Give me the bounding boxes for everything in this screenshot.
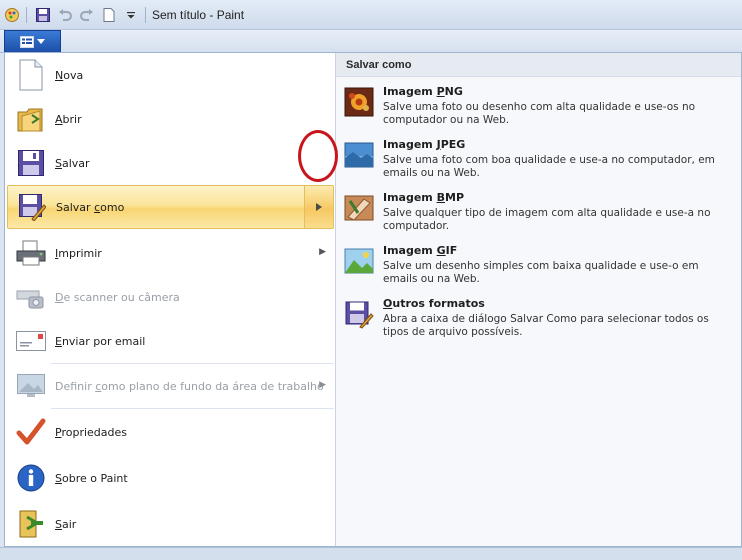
- other-formats-icon: [344, 299, 374, 329]
- scanner-camera-icon: [15, 281, 47, 313]
- menu-item-set-desktop-background: Definir como plano de fundo da área de t…: [7, 364, 334, 408]
- menu-item-label: Imprimir: [55, 246, 102, 260]
- menu-item-from-scanner: De scanner ou câmera: [7, 275, 334, 319]
- menu-item-open[interactable]: Abrir: [7, 97, 334, 141]
- printer-icon: [15, 237, 47, 269]
- title-separator: [26, 6, 27, 23]
- menu-item-send-email[interactable]: Enviar por email: [7, 319, 334, 363]
- menu-item-label: Propriedades: [55, 425, 127, 439]
- png-image-icon: [344, 87, 374, 117]
- save-as-panel: Salvar como Imagem PNG Salve uma foto ou…: [336, 53, 741, 546]
- desktop-background-icon: [15, 370, 47, 402]
- menu-item-label: Sobre o Paint: [55, 471, 128, 485]
- menu-item-label: De scanner ou câmera: [55, 290, 180, 304]
- menu-item-label: Nova: [55, 68, 84, 82]
- menu-item-print[interactable]: Imprimir ▶: [7, 231, 334, 275]
- exit-icon: [15, 508, 47, 540]
- option-title: Imagem JPEG: [383, 138, 466, 151]
- option-description: Abra a caixa de diálogo Salvar Como para…: [383, 313, 709, 338]
- menu-item-properties[interactable]: Propriedades: [7, 410, 334, 454]
- save-as-panel-header: Salvar como: [336, 53, 741, 77]
- menu-item-label: Enviar por email: [55, 334, 146, 348]
- menu-item-about-paint[interactable]: Sobre o Paint: [7, 456, 334, 500]
- bmp-image-icon: [344, 193, 374, 223]
- save-as-option-bmp[interactable]: Imagem BMP Salve qualquer tipo de imagem…: [344, 191, 734, 243]
- menu-item-new[interactable]: Nova: [7, 53, 334, 97]
- new-quick-icon[interactable]: [99, 5, 119, 25]
- option-title: Imagem BMP: [383, 191, 465, 204]
- save-as-option-jpeg[interactable]: Imagem JPEG Salve uma foto com boa quali…: [344, 138, 734, 190]
- save-as-icon: [16, 191, 48, 223]
- application-menu: Nova Abrir Salvar Salvar como Imprimir ▶…: [4, 52, 742, 547]
- menu-item-save-as[interactable]: Salvar como: [7, 185, 334, 229]
- menu-item-label: Salvar: [55, 156, 90, 170]
- menu-item-exit[interactable]: Sair: [7, 502, 334, 546]
- option-description: Salve um desenho simples com baixa quali…: [383, 260, 699, 285]
- customize-quick-access-icon[interactable]: [121, 5, 141, 25]
- menu-item-label: Sair: [55, 517, 77, 531]
- save-as-option-gif[interactable]: Imagem GIF Salve um desenho simples com …: [344, 244, 734, 296]
- redo-icon[interactable]: [77, 5, 97, 25]
- menu-commands: Nova Abrir Salvar Salvar como Imprimir ▶…: [5, 53, 336, 546]
- chevron-right-icon: ▶: [319, 247, 326, 257]
- option-title: Outros formatos: [383, 297, 485, 310]
- email-icon: [15, 325, 47, 357]
- save-as-option-png[interactable]: Imagem PNG Salve uma foto ou desenho com…: [344, 85, 734, 137]
- info-icon: [15, 462, 47, 494]
- checkmark-icon: [15, 416, 47, 448]
- paint-menu-button[interactable]: [4, 30, 61, 52]
- save-floppy-icon: [15, 147, 47, 179]
- menu-item-label: Definir como plano de fundo da área de t…: [55, 379, 324, 393]
- option-title: Imagem PNG: [383, 85, 463, 98]
- menu-divider: [51, 408, 334, 409]
- undo-icon[interactable]: [55, 5, 75, 25]
- jpeg-image-icon: [344, 140, 374, 170]
- annotation-highlight-circle: [298, 130, 338, 182]
- save-as-submenu-button[interactable]: [304, 186, 333, 228]
- new-document-icon: [15, 59, 47, 91]
- option-title: Imagem GIF: [383, 244, 458, 257]
- option-description: Salve uma foto ou desenho com alta quali…: [383, 101, 696, 126]
- save-quick-icon[interactable]: [33, 5, 53, 25]
- save-as-option-other-formats[interactable]: Outros formatos Abra a caixa de diálogo …: [344, 297, 734, 349]
- menu-item-save[interactable]: Salvar: [7, 141, 334, 185]
- option-description: Salve uma foto com boa qualidade e use-a…: [383, 154, 715, 179]
- window-title: Sem título - Paint: [152, 7, 245, 22]
- chevron-right-icon: [316, 203, 322, 211]
- menu-item-label: Abrir: [55, 112, 82, 126]
- menu-grid-icon: [20, 35, 34, 48]
- title-bar: Sem título - Paint: [0, 0, 742, 30]
- chevron-right-icon: ▶: [319, 380, 326, 390]
- option-description: Salve qualquer tipo de imagem com alta q…: [383, 207, 711, 232]
- paint-app-icon[interactable]: [2, 5, 22, 25]
- open-folder-icon: [15, 103, 47, 135]
- title-separator-2: [145, 6, 146, 23]
- chevron-down-icon: [37, 38, 45, 44]
- gif-image-icon: [344, 246, 374, 276]
- bottom-strip: [0, 547, 742, 560]
- menu-item-label: Salvar como: [56, 200, 125, 214]
- ribbon-bar: [0, 30, 742, 53]
